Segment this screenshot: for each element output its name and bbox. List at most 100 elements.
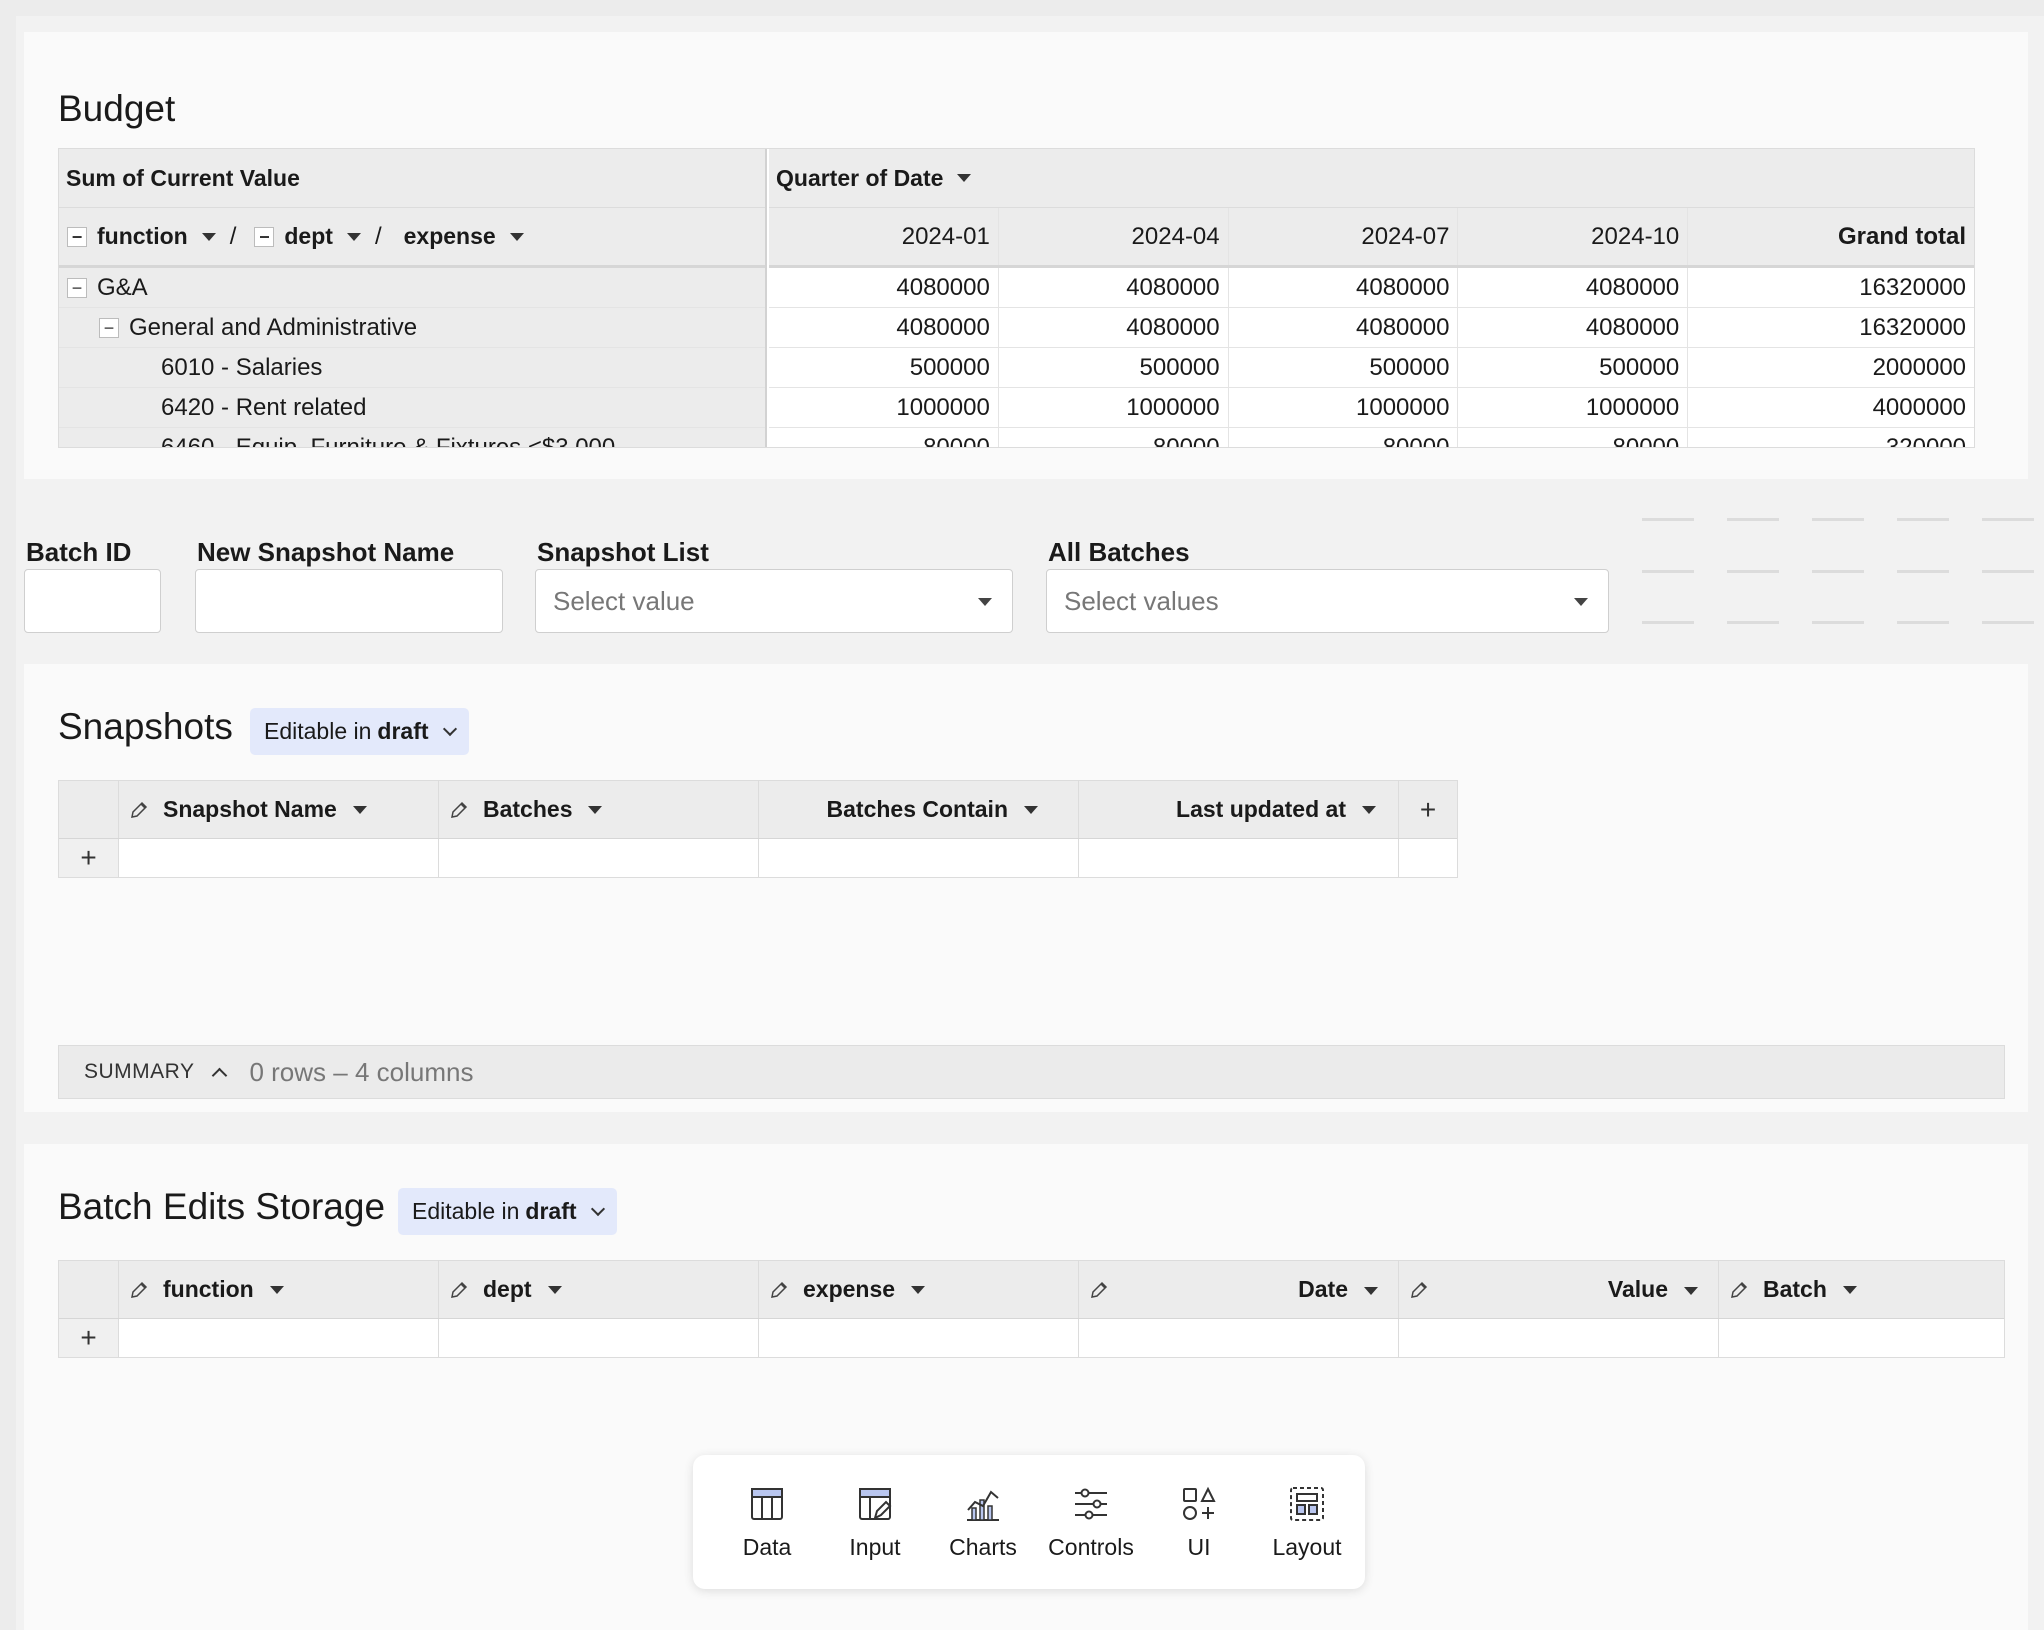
value-cell[interactable]: 4080000	[999, 308, 1229, 347]
column-header[interactable]: 2024-07	[1229, 208, 1459, 265]
toolbar-ui-button[interactable]: UI	[1145, 1484, 1253, 1561]
value-cell[interactable]: 16320000	[1688, 268, 1974, 307]
value-cell[interactable]: 4080000	[769, 308, 999, 347]
column-header-expense[interactable]: expense	[759, 1261, 1079, 1318]
value-cell[interactable]: 1000000	[999, 388, 1229, 427]
pivot-value-row: 500000 500000 500000 500000 2000000	[769, 348, 1974, 388]
table-cell[interactable]	[759, 1319, 1079, 1357]
toolbar-data-button[interactable]: Data	[713, 1484, 821, 1561]
value-cell[interactable]: 2000000	[1688, 348, 1974, 387]
column-header[interactable]: 2024-10	[1458, 208, 1689, 265]
value-cell[interactable]: 80000	[1229, 428, 1459, 447]
caret-down-icon[interactable]	[269, 1285, 284, 1294]
toolbar-controls-button[interactable]: Controls	[1037, 1484, 1145, 1561]
collapse-icon[interactable]: −	[67, 277, 87, 298]
value-cell[interactable]: 1000000	[769, 388, 999, 427]
caret-down-icon[interactable]	[1362, 805, 1376, 814]
table-cell[interactable]	[1399, 1319, 1719, 1357]
column-header-snapshot-name[interactable]: Snapshot Name	[119, 781, 439, 838]
value-cell[interactable]: 1000000	[1458, 388, 1689, 427]
snapshot-list-select[interactable]: Select value	[535, 569, 1013, 633]
caret-down-icon[interactable]	[1364, 1286, 1378, 1295]
table-cell[interactable]	[1719, 1319, 2004, 1357]
value-cell[interactable]: 80000	[769, 428, 999, 447]
chevron-up-icon[interactable]	[212, 1067, 228, 1083]
caret-down-icon[interactable]	[547, 1285, 562, 1294]
value-cell[interactable]: 320000	[1688, 428, 1974, 448]
column-header-function[interactable]: function	[119, 1261, 439, 1318]
row-field-expense[interactable]: expense	[404, 223, 524, 250]
value-cell[interactable]: 500000	[1458, 348, 1689, 387]
caret-down-icon[interactable]	[1024, 805, 1038, 814]
caret-down-icon[interactable]	[588, 805, 603, 814]
collapse-icon[interactable]: −	[254, 226, 275, 247]
value-cell[interactable]: 4080000	[1229, 268, 1459, 307]
column-header-value[interactable]: Value	[1399, 1261, 1719, 1318]
toolbar-input-button[interactable]: Input	[821, 1484, 929, 1561]
value-cell[interactable]: 16320000	[1688, 308, 1974, 347]
caret-down-icon[interactable]	[911, 1285, 926, 1294]
add-row-button[interactable]: +	[59, 1319, 119, 1357]
new-snapshot-name-input[interactable]	[195, 569, 503, 633]
value-cell[interactable]: 4080000	[1458, 308, 1689, 347]
snapshots-card: Snapshots Editable in draft Snapshot Name…	[24, 664, 2028, 1112]
column-header-batches[interactable]: Batches	[439, 781, 759, 838]
all-batches-placeholder: Select values	[1064, 585, 1219, 616]
pivot-row-label[interactable]: − G&A	[59, 268, 765, 308]
table-cell[interactable]	[1079, 1319, 1399, 1357]
toolbar-layout-button[interactable]: Layout	[1253, 1484, 1361, 1561]
all-batches-select[interactable]: Select values	[1046, 569, 1609, 633]
pivot-value-row: 1000000 1000000 1000000 1000000 4000000	[769, 388, 1974, 428]
value-cell[interactable]: 1000000	[1229, 388, 1459, 427]
summary-bar[interactable]: SUMMARY 0 rows – 4 columns	[58, 1045, 2005, 1099]
table-cell[interactable]	[759, 839, 1079, 877]
column-header[interactable]: 2024-01	[769, 208, 999, 265]
table-cell[interactable]	[439, 839, 759, 877]
toolbar-charts-button[interactable]: Charts	[929, 1484, 1037, 1561]
pivot-row-label[interactable]: 6420 - Rent related	[59, 388, 765, 428]
collapse-icon[interactable]: −	[99, 317, 119, 338]
table-cell[interactable]	[119, 1319, 439, 1357]
value-cell[interactable]: 4080000	[1458, 268, 1689, 307]
caret-down-icon[interactable]	[509, 232, 524, 241]
editable-draft-badge[interactable]: Editable in draft	[398, 1188, 617, 1235]
pivot-row-label[interactable]: 6460 - Equip, Furniture & Fixtures <$3,0…	[59, 428, 765, 448]
value-cell[interactable]: 4000000	[1688, 388, 1974, 427]
column-field-quarter[interactable]: Quarter of Date	[776, 165, 972, 192]
value-cell[interactable]: 500000	[769, 348, 999, 387]
value-cell[interactable]: 4080000	[769, 268, 999, 307]
value-cell[interactable]: 500000	[1229, 348, 1459, 387]
caret-down-icon[interactable]	[1842, 1285, 1857, 1294]
caret-down-icon[interactable]	[957, 174, 972, 182]
value-cell[interactable]: 4080000	[999, 268, 1229, 307]
value-cell[interactable]: 80000	[999, 428, 1229, 447]
column-header-batch[interactable]: Batch	[1719, 1261, 2004, 1318]
caret-down-icon[interactable]	[352, 805, 367, 814]
pivot-row-label[interactable]: 6010 - Salaries	[59, 348, 765, 388]
column-header[interactable]: 2024-04	[999, 208, 1229, 265]
value-cell[interactable]: 500000	[999, 348, 1229, 387]
column-header-batches-contain[interactable]: Batches Contain	[759, 781, 1079, 838]
pivot-row-label[interactable]: − General and Administrative	[59, 308, 765, 348]
table-cell[interactable]	[439, 1319, 759, 1357]
add-column-button[interactable]: +	[1399, 781, 1457, 838]
column-header-dept[interactable]: dept	[439, 1261, 759, 1318]
caret-down-icon[interactable]	[1684, 1286, 1698, 1295]
grand-total-header[interactable]: Grand total	[1688, 208, 1974, 265]
value-cell[interactable]: 80000	[1458, 428, 1689, 447]
table-cell[interactable]	[1079, 839, 1399, 877]
pencil-icon	[1731, 1281, 1748, 1298]
input-table-icon	[859, 1487, 892, 1520]
caret-down-icon[interactable]	[201, 232, 216, 241]
add-row-button[interactable]: +	[59, 839, 119, 877]
collapse-icon[interactable]: −	[67, 226, 87, 247]
column-header-date[interactable]: Date	[1079, 1261, 1399, 1318]
value-cell[interactable]: 4080000	[1229, 308, 1459, 347]
batch-id-input[interactable]	[24, 569, 161, 633]
column-header-last-updated[interactable]: Last updated at	[1079, 781, 1399, 838]
table-cell[interactable]	[119, 839, 439, 877]
row-field-function[interactable]: − function	[67, 223, 216, 250]
row-field-dept[interactable]: − dept	[254, 223, 361, 250]
editable-draft-badge[interactable]: Editable in draft	[250, 708, 469, 755]
caret-down-icon[interactable]	[346, 232, 361, 241]
